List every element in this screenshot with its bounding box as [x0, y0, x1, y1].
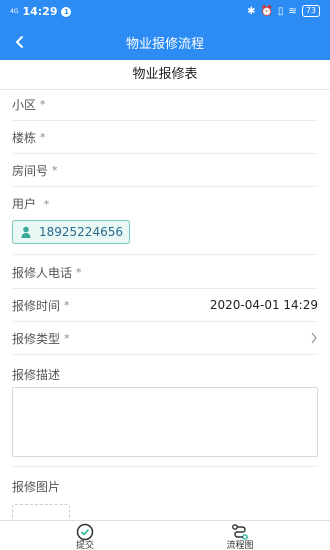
- signal-indicator: 4G: [10, 7, 19, 15]
- page-title: 物业报修流程: [125, 37, 204, 52]
- divider: [12, 466, 318, 467]
- check-circle-icon: [76, 523, 94, 541]
- phone-field[interactable]: 报修人电话 *: [12, 256, 318, 289]
- user-chip[interactable]: 18925224656: [12, 220, 130, 244]
- user-phone-value: 18925224656: [39, 225, 123, 239]
- required-mark: *: [43, 198, 50, 211]
- building-field[interactable]: 楼栋 *: [12, 121, 318, 154]
- phone-label: 报修人电话: [12, 265, 73, 280]
- building-label: 楼栋: [12, 130, 37, 145]
- required-mark: *: [52, 163, 58, 177]
- community-field[interactable]: 小区 *: [12, 88, 318, 121]
- description-label: 报修描述: [12, 368, 61, 382]
- required-mark: *: [40, 130, 46, 144]
- notification-badge: 1: [61, 6, 72, 17]
- room-field[interactable]: 房间号 *: [12, 154, 318, 187]
- description-textarea[interactable]: [12, 387, 318, 457]
- room-label: 房间号: [12, 163, 49, 178]
- flow-tab[interactable]: 流程图: [210, 523, 270, 550]
- bottom-tab-bar: 提交 流程图: [0, 520, 330, 550]
- status-bar: 4G 14:29 1 ✱ ⏰ ▯ ≋ 73: [0, 0, 330, 24]
- bluetooth-icon: ✱: [247, 5, 256, 17]
- repair-type-label: 报修类型: [12, 331, 61, 346]
- repair-type-field[interactable]: 报修类型 *: [12, 322, 318, 355]
- battery-icon: 73: [301, 5, 320, 17]
- required-mark: *: [64, 331, 70, 345]
- required-mark: *: [40, 97, 46, 111]
- vibrate-icon: ▯: [277, 5, 284, 17]
- form-title: 物业报修表: [0, 60, 330, 90]
- person-icon: [21, 226, 31, 238]
- photos-label: 报修图片: [12, 480, 61, 494]
- user-label: 用户: [12, 197, 37, 211]
- wifi-icon: ≋: [288, 5, 297, 17]
- submit-tab-label: 提交: [75, 541, 94, 550]
- repair-time-field[interactable]: 报修时间 * 2020-04-01 14:29: [12, 289, 318, 322]
- user-field-label: 用户 *: [12, 195, 49, 212]
- navigation-bar: 物业报修流程: [0, 24, 330, 60]
- chevron-right-icon: [311, 332, 317, 344]
- required-mark: *: [64, 298, 70, 312]
- submit-tab[interactable]: 提交: [55, 523, 115, 550]
- flow-icon: [232, 524, 248, 540]
- alarm-icon: ⏰: [260, 5, 273, 17]
- community-label: 小区: [12, 97, 37, 112]
- status-time: 14:29: [22, 5, 58, 18]
- repair-time-value: 2020-04-01 14:29: [209, 298, 318, 312]
- divider: [12, 254, 318, 255]
- flow-tab-label: 流程图: [226, 541, 254, 550]
- top-bar: 4G 14:29 1 ✱ ⏰ ▯ ≋ 73 物业报修流程: [0, 0, 330, 60]
- repair-time-label: 报修时间: [12, 298, 61, 313]
- required-mark: *: [76, 265, 82, 279]
